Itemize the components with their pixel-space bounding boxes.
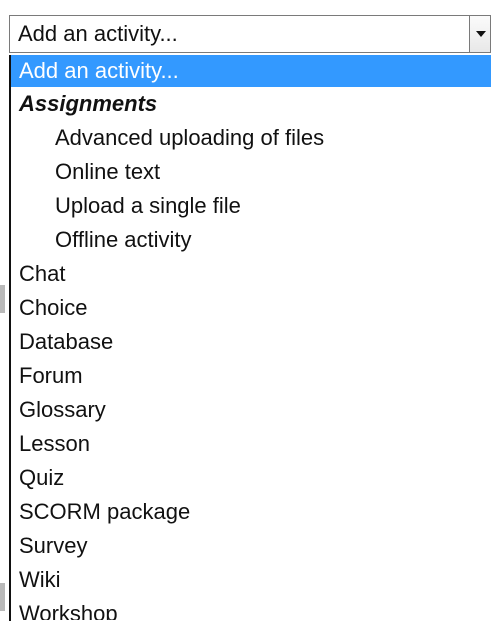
option-advanced-uploading-of-files[interactable]: Advanced uploading of files [11,121,491,155]
selected-activity-value: Add an activity... [18,21,178,46]
option-lesson[interactable]: Lesson [11,427,491,461]
option-add-an-activity[interactable]: Add an activity... [11,55,491,87]
option-workshop[interactable]: Workshop [11,597,491,620]
activity-dropdown-list: Add an activity... Assignments Advanced … [9,55,491,621]
option-wiki[interactable]: Wiki [11,563,491,597]
background-control-edge [0,285,5,313]
option-online-text[interactable]: Online text [11,155,491,189]
background-control-edge [0,583,5,611]
option-database[interactable]: Database [11,325,491,359]
option-glossary[interactable]: Glossary [11,393,491,427]
add-activity-select[interactable]: Add an activity... [9,15,491,53]
option-scorm-package[interactable]: SCORM package [11,495,491,529]
option-forum[interactable]: Forum [11,359,491,393]
option-group-assignments: Assignments [19,91,158,116]
chevron-down-icon[interactable] [469,15,491,53]
option-quiz[interactable]: Quiz [11,461,491,495]
option-chat[interactable]: Chat [11,257,491,291]
option-offline-activity[interactable]: Offline activity [11,223,491,257]
option-choice[interactable]: Choice [11,291,491,325]
option-upload-a-single-file[interactable]: Upload a single file [11,189,491,223]
option-survey[interactable]: Survey [11,529,491,563]
activity-picker-screen: Add an activity... Add an activity... As… [0,0,491,621]
